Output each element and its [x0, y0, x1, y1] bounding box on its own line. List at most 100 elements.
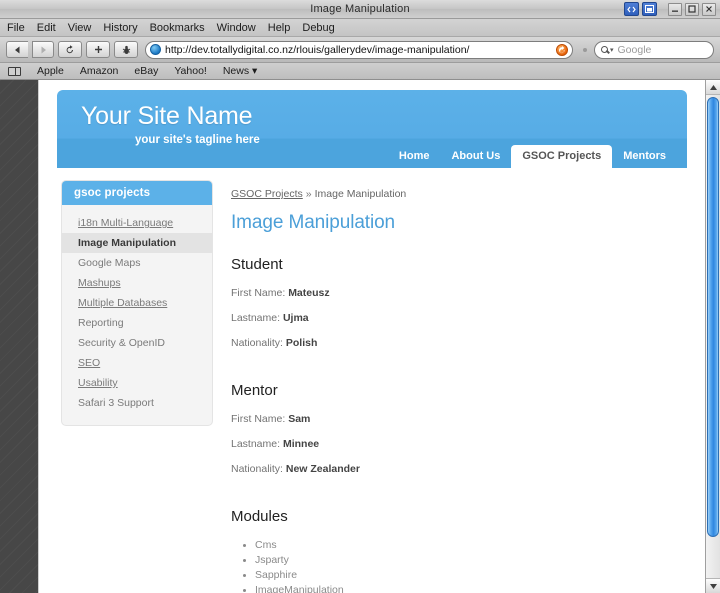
search-icon [601, 46, 608, 53]
menu-item-bookmarks[interactable]: Bookmarks [150, 22, 212, 34]
bug-icon [122, 45, 130, 54]
nav-item-about-us[interactable]: About Us [440, 146, 511, 168]
site-tagline: your site's tagline here [135, 134, 260, 146]
site-globe-icon [150, 44, 161, 55]
url-bar[interactable]: http://dev.totallydigital.co.nz/rlouis/g… [145, 40, 573, 59]
bookmarks-bar: Apple Amazon eBay Yahoo! News ▾ [0, 63, 720, 80]
bookmark-yahoo[interactable]: Yahoo! [174, 65, 207, 77]
bookmark-news[interactable]: News ▾ [223, 65, 257, 77]
sidebar-item-google-maps[interactable]: Google Maps [62, 253, 212, 273]
minimize-button[interactable] [668, 2, 682, 16]
shade-button[interactable] [624, 2, 639, 16]
sidebar-item-multiple-databases[interactable]: Multiple Databases [62, 293, 212, 313]
menu-item-debug[interactable]: Debug [302, 22, 341, 34]
sidebar-item-security-openid[interactable]: Security & OpenID [62, 333, 212, 353]
search-placeholder: Google [617, 43, 652, 56]
menu-item-help[interactable]: Help [268, 22, 298, 34]
scroll-up-arrow[interactable] [706, 80, 720, 95]
search-input[interactable]: ▾ Google [594, 40, 714, 59]
bookmarks-book-icon[interactable] [8, 66, 21, 76]
main-content: GSOC Projects» Image Manipulation Image M… [213, 180, 687, 593]
close-icon [706, 6, 712, 12]
vertical-scrollbar[interactable] [705, 80, 720, 593]
sidebar-item-reporting[interactable]: Reporting [62, 313, 212, 333]
bookmark-apple[interactable]: Apple [37, 65, 64, 77]
breadcrumb-current: Image Manipulation [314, 188, 407, 200]
url-text: http://dev.totallydigital.co.nz/rlouis/g… [165, 43, 470, 56]
modules-heading: Modules [231, 508, 288, 525]
student-nationality-row: Nationality: Polish [231, 337, 667, 349]
mentor-nationality-row: Nationality: New Zealander [231, 463, 667, 475]
browser-viewport: Your Site Name your site's tagline here … [0, 80, 720, 593]
window-title: Image Manipulation [310, 3, 410, 15]
breadcrumb-link-gsoc-projects[interactable]: GSOC Projects [231, 188, 303, 200]
nav-item-home[interactable]: Home [388, 146, 441, 168]
stop-reload-icon[interactable] [556, 43, 568, 56]
forward-button[interactable] [32, 41, 54, 58]
bookmark-ebay[interactable]: eBay [134, 65, 158, 77]
sidebar-heading: gsoc projects [62, 181, 212, 205]
student-first-name-label: First Name: [231, 287, 286, 299]
bookmark-amazon[interactable]: Amazon [80, 65, 119, 77]
page-scroll-area: Your Site Name your site's tagline here … [0, 80, 705, 593]
maximize-icon [688, 5, 696, 13]
window-controls [624, 2, 716, 16]
window-titlebar: Image Manipulation [0, 0, 720, 19]
add-bookmark-button[interactable] [86, 41, 110, 58]
menu-item-file[interactable]: File [7, 22, 32, 34]
site-header: Your Site Name your site's tagline here … [57, 90, 687, 168]
menu-item-edit[interactable]: Edit [37, 22, 63, 34]
nav-item-mentors[interactable]: Mentors [612, 146, 677, 168]
student-heading: Student [231, 256, 283, 273]
student-lastname-row: Lastname: Ujma [231, 312, 667, 324]
sidebar-item-seo[interactable]: SEO [62, 353, 212, 373]
mentor-nationality-value: New Zealander [285, 463, 360, 475]
list-item: Sapphire [255, 569, 667, 581]
sidebar-item-usability[interactable]: Usability [62, 373, 212, 393]
chevron-down-icon[interactable]: ▾ [610, 46, 614, 54]
sidebar-item-i18n-multi-language[interactable]: i18n Multi-Language [62, 213, 212, 233]
sidebar-item-image-manipulation[interactable]: Image Manipulation [62, 233, 212, 253]
list-item: Cms [255, 539, 667, 551]
application-menubar: File Edit View History Bookmarks Window … [0, 19, 720, 37]
mentor-lastname-label: Lastname: [231, 438, 281, 450]
back-arrow-icon [15, 46, 20, 53]
close-button[interactable] [702, 2, 716, 16]
section-gap-2 [231, 488, 667, 508]
mentor-nationality-label: Nationality: [231, 463, 283, 475]
minimize-icon [672, 10, 678, 12]
modules-list: Cms Jsparty Sapphire ImageManipulation [231, 539, 667, 593]
sidebar-list: i18n Multi-Language Image Manipulation G… [62, 205, 212, 425]
menu-item-window[interactable]: Window [217, 22, 263, 34]
sidebar-item-safari-3-support[interactable]: Safari 3 Support [62, 393, 212, 413]
mentor-heading: Mentor [231, 382, 278, 399]
student-lastname-value: Ujma [282, 312, 309, 324]
mentor-lastname-value: Minnee [282, 438, 320, 450]
bug-report-button[interactable] [114, 41, 138, 58]
student-nationality-label: Nationality: [231, 337, 283, 349]
student-first-name-value: Mateusz [288, 287, 330, 299]
roll-up-button[interactable] [642, 2, 657, 16]
scroll-down-arrow[interactable] [706, 578, 720, 593]
menu-item-history[interactable]: History [103, 22, 144, 34]
page-sheet: Your Site Name your site's tagline here … [38, 80, 705, 593]
shade-icon [627, 6, 636, 12]
scrollbar-track[interactable] [706, 95, 720, 578]
roll-up-icon [645, 5, 654, 13]
list-item: Jsparty [255, 554, 667, 566]
toolbar-separator-dot [583, 47, 587, 52]
sidebar-item-mashups[interactable]: Mashups [62, 273, 212, 293]
menu-item-view[interactable]: View [68, 22, 99, 34]
student-nationality-value: Polish [285, 337, 318, 349]
browser-toolbar: http://dev.totallydigital.co.nz/rlouis/g… [0, 37, 720, 63]
breadcrumb-separator: » [305, 188, 312, 200]
reload-button[interactable] [58, 41, 82, 58]
page-inner: Your Site Name your site's tagline here … [39, 80, 705, 593]
nav-item-gsoc-projects[interactable]: GSOC Projects [511, 145, 613, 168]
caret-up-icon [709, 84, 717, 90]
back-button[interactable] [6, 41, 28, 58]
student-lastname-label: Lastname: [231, 312, 281, 324]
maximize-button[interactable] [685, 2, 699, 16]
mentor-first-name-value: Sam [288, 413, 311, 425]
scrollbar-thumb[interactable] [707, 97, 719, 537]
